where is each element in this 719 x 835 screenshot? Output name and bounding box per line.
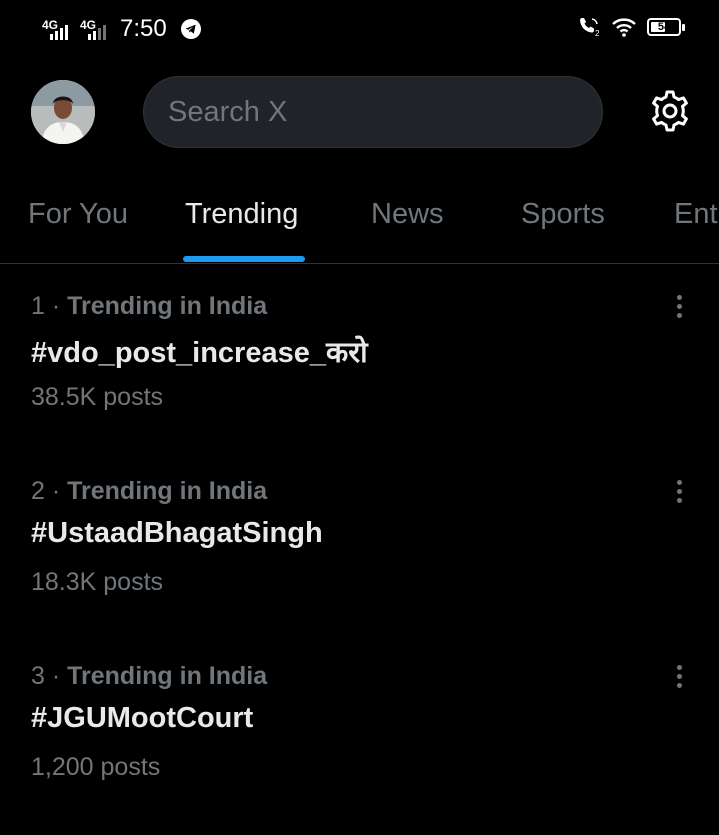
wifi-icon (612, 18, 636, 37)
wifi-calling-icon: 2 (580, 18, 600, 38)
battery-icon: 54 (647, 18, 685, 36)
trend-name: #vdo_post_increase_करो (31, 337, 368, 369)
tab-entertainment[interactable]: Ent (674, 198, 718, 231)
trend-item[interactable]: 2 · Trending in India #UstaadBhagatSingh… (0, 465, 719, 650)
active-tab-indicator (183, 256, 305, 262)
trend-rank: 1 · (31, 292, 68, 320)
trend-name: #JGUMootCourt (31, 702, 254, 734)
explore-tabs: For You Trending News Sports Ent (0, 182, 719, 264)
trend-location: Trending in India (67, 662, 268, 690)
tab-trending[interactable]: Trending (185, 198, 298, 231)
tab-for-you[interactable]: For You (28, 198, 128, 231)
tab-label: Sports (521, 198, 605, 230)
clock: 7:50 (120, 15, 167, 42)
trend-rank: 3 · (31, 662, 68, 690)
signal-icon: 4G (78, 16, 112, 42)
trend-location: Trending in India (67, 292, 268, 320)
trend-post-count: 18.3K posts (31, 568, 164, 596)
status-bar: 4G 4G 7:50 2 54 (0, 0, 719, 58)
more-options-icon[interactable] (668, 475, 690, 507)
trend-context: 1 · Trending in India (31, 292, 267, 321)
tab-label: Ent (674, 198, 718, 230)
trend-rank: 2 · (31, 477, 68, 505)
tab-label: For You (28, 198, 128, 230)
trend-item[interactable]: 3 · Trending in India #JGUMootCourt 1,20… (0, 650, 719, 835)
status-left: 4G 4G 7:50 (40, 12, 201, 46)
trend-context: 2 · Trending in India (31, 477, 267, 506)
search-input[interactable]: Search X (143, 76, 603, 148)
signal-icon: 4G (40, 16, 74, 42)
tab-label: News (371, 198, 444, 230)
svg-text:2: 2 (595, 29, 600, 38)
avatar-image (31, 80, 95, 144)
more-options-icon[interactable] (668, 290, 690, 322)
profile-avatar[interactable] (31, 80, 95, 144)
tab-sports[interactable]: Sports (521, 198, 605, 231)
status-right: 2 54 (577, 16, 685, 38)
more-options-icon[interactable] (668, 660, 690, 692)
tab-news[interactable]: News (371, 198, 444, 231)
trend-context: 3 · Trending in India (31, 662, 267, 691)
trend-name: #UstaadBhagatSingh (31, 517, 323, 549)
battery-percentage: 54 (657, 21, 671, 33)
trend-post-count: 38.5K posts (31, 383, 164, 411)
trend-post-count: 1,200 posts (31, 753, 161, 781)
settings-gear-icon[interactable] (648, 89, 692, 133)
tab-label: Trending (185, 198, 299, 230)
search-placeholder: Search X (168, 95, 288, 128)
trend-location: Trending in India (67, 477, 268, 505)
trend-item[interactable]: 1 · Trending in India #vdo_post_increase… (0, 280, 719, 465)
telegram-icon (180, 19, 201, 39)
